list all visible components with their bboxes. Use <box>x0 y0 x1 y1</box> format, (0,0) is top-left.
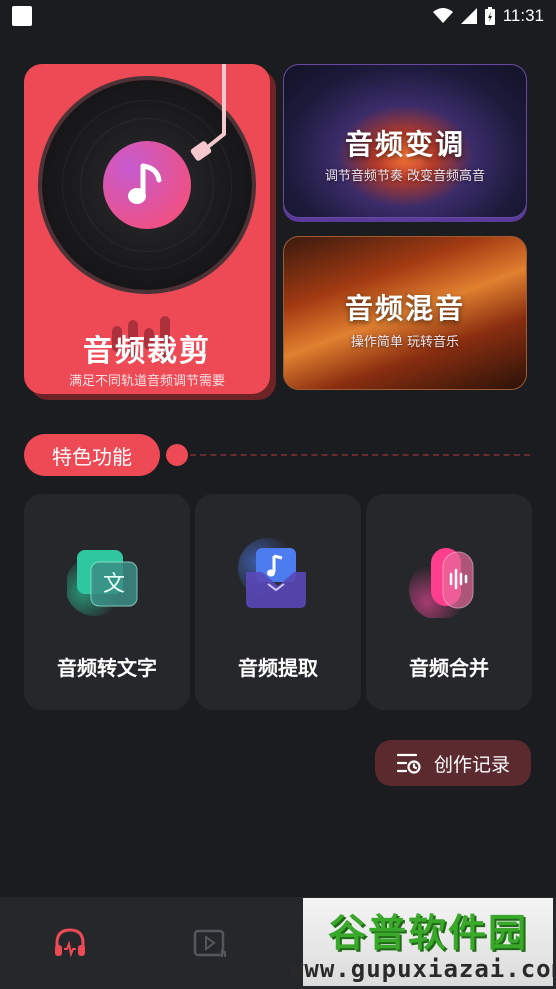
card-subtitle: 调节音频节奏 改变音频高音 <box>324 169 486 184</box>
section-title: 特色功能 <box>24 434 160 476</box>
audio-extract-icon <box>238 538 306 608</box>
music-note-icon <box>103 141 191 229</box>
audio-to-text-icon: 文 <box>67 550 138 616</box>
watermark-title: 谷普软件园 <box>327 910 528 955</box>
watermark-url: www.gupuxiazai.com <box>288 954 556 983</box>
card-title: 音频混音 <box>344 292 465 325</box>
feature-label: 音频转文字 <box>57 656 157 680</box>
feature-audio-merge[interactable]: 音频合并 <box>366 494 532 710</box>
card-subtitle: 操作简单 玩转音乐 <box>350 335 460 350</box>
tone-arm-icon <box>190 64 226 161</box>
card-title: 音频变调 <box>344 128 465 161</box>
signal-icon <box>460 8 477 24</box>
battery-icon <box>484 7 495 25</box>
video-play-icon[interactable] <box>192 925 228 961</box>
audio-trim-card[interactable]: 音频裁剪 满足不同轨道音频调节需要 <box>24 64 270 394</box>
notification-icon <box>12 6 32 26</box>
feature-label: 音频提取 <box>238 656 318 680</box>
text-glyph: 文 <box>103 572 125 597</box>
wifi-icon <box>432 8 453 23</box>
status-time: 11:31 <box>502 6 544 25</box>
card-subtitle: 满足不同轨道音频调节需要 <box>68 374 225 389</box>
section-divider <box>190 454 530 456</box>
headphones-icon[interactable] <box>52 925 88 961</box>
card-title: 音频裁剪 <box>83 334 211 369</box>
watermark-logo: 谷普软件园 www.gupuxiazai.com <box>289 898 556 986</box>
feature-label: 音频合并 <box>409 656 489 680</box>
audio-mix-card[interactable]: 音频混音 操作简单 玩转音乐 <box>283 236 527 390</box>
feature-audio-to-text[interactable]: 文 音频转文字 <box>24 494 190 710</box>
audio-pitch-card[interactable]: 音频变调 调节音频节奏 改变音频高音 <box>283 64 527 218</box>
creation-records-button[interactable]: 创作记录 <box>375 740 531 786</box>
status-bar: 11:31 <box>0 0 556 32</box>
status-indicators: 11:31 <box>432 6 544 26</box>
section-dot <box>166 444 188 466</box>
records-label: 创作记录 <box>433 753 510 776</box>
records-list-icon <box>396 753 421 774</box>
feature-audio-extract[interactable]: 音频提取 <box>195 494 361 710</box>
audio-merge-icon <box>409 548 474 618</box>
